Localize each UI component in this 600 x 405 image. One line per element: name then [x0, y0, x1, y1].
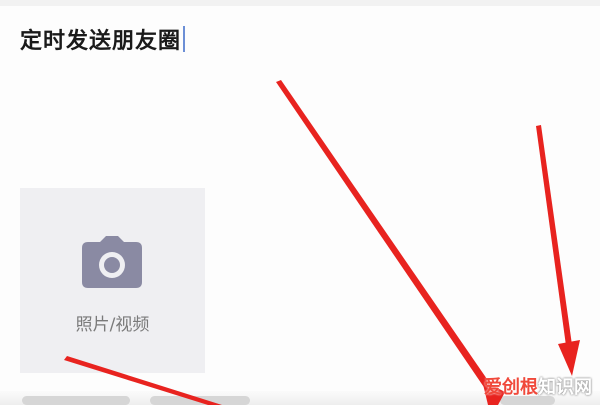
camera-icon [82, 236, 142, 288]
post-text: 定时发送朋友圈 [20, 29, 182, 54]
text-cursor [183, 26, 186, 52]
add-photo-video-button[interactable]: 照片/视频 [20, 188, 205, 373]
moments-compose-screen: 定时发送朋友圈 照片/视频 爱创根知识网 [0, 0, 600, 405]
red-arrow-right [536, 125, 580, 376]
red-arrow-center [276, 80, 505, 405]
top-edge [0, 0, 600, 6]
media-label: 照片/视频 [75, 315, 150, 335]
site-watermark: 爱创根知识网 [484, 373, 592, 399]
location-chip[interactable] [22, 396, 130, 405]
post-text-input[interactable]: 定时发送朋友圈 [20, 22, 186, 56]
remind-chip[interactable] [150, 396, 250, 405]
watermark-suffix: 知识网 [538, 377, 592, 398]
watermark-brand: 爱创根 [484, 377, 538, 398]
